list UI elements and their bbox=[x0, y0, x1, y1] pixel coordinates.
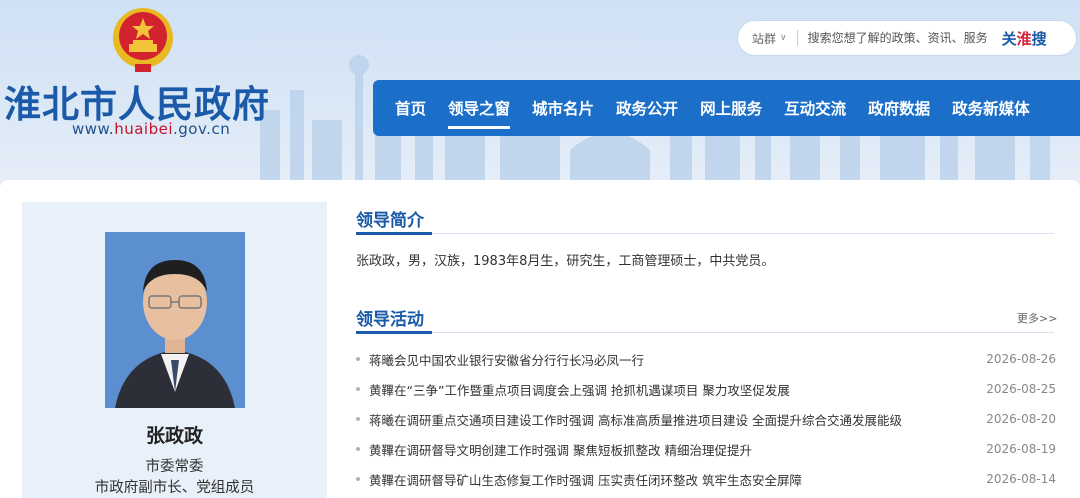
search-brand-b: 淮 bbox=[1016, 29, 1032, 48]
list-item[interactable]: 蒋曦会见中国农业银行安徽省分行行长冯必凤一行 2026-08-26 bbox=[356, 344, 1056, 374]
activity-title[interactable]: 黄鞸在“三争”工作暨重点项目调度会上强调 抢抓机遇谋项目 聚力攻坚促发展 bbox=[369, 380, 981, 399]
section-title-intro: 领导简介 bbox=[356, 211, 424, 231]
search-scope-select[interactable]: 站群 ∨ bbox=[738, 30, 787, 47]
activity-title[interactable]: 黄鞸在调研督导矿山生态修复工作时强调 压实责任闭环整改 筑牢生态安全屏障 bbox=[369, 470, 981, 489]
search-button[interactable]: 关淮搜 bbox=[1002, 28, 1047, 49]
site-url[interactable]: www.huaibei.gov.cn bbox=[72, 120, 230, 138]
section-title-underline bbox=[356, 232, 432, 235]
search-brand-a: 关 bbox=[1001, 29, 1017, 48]
list-item[interactable]: 蒋曦在调研重点交通项目建设工作时强调 高标准高质量推进项目建设 全面提升综合交通… bbox=[356, 404, 1056, 434]
main-nav: 首页 领导之窗 城市名片 政务公开 网上服务 互动交流 政府数据 政务新媒体 bbox=[373, 80, 1080, 136]
nav-item-leaders[interactable]: 领导之窗 bbox=[448, 97, 511, 129]
activity-title[interactable]: 黄鞸在调研督导文明创建工作时强调 聚焦短板抓整改 精细治理促提升 bbox=[369, 440, 981, 459]
activity-title[interactable]: 蒋曦会见中国农业银行安徽省分行行长冯必凤一行 bbox=[369, 350, 981, 369]
activity-date: 2026-08-20 bbox=[986, 412, 1056, 426]
search-scope-label: 站群 bbox=[752, 31, 777, 46]
nav-item-online-service[interactable]: 网上服务 bbox=[700, 97, 762, 119]
chevron-down-icon: ∨ bbox=[780, 33, 787, 43]
nav-item-city-card[interactable]: 城市名片 bbox=[532, 97, 594, 119]
main-content: 张政政 市委常委 市政府副市长、党组成员 领导简介 张政政，男，汉族，1983年… bbox=[0, 180, 1080, 498]
bullet-dot-icon bbox=[356, 447, 360, 451]
nav-item-interaction[interactable]: 互动交流 bbox=[784, 97, 846, 119]
section-divider bbox=[356, 332, 1054, 333]
site-header: 淮北市人民政府 www.huaibei.gov.cn 站群 ∨ 关淮搜 首页 领… bbox=[0, 0, 1080, 185]
url-highlight: huaibei bbox=[114, 120, 173, 138]
national-emblem-icon bbox=[113, 8, 173, 72]
bullet-dot-icon bbox=[356, 417, 360, 421]
leader-name: 张政政 bbox=[145, 425, 203, 447]
url-suffix: .gov.cn bbox=[173, 120, 231, 138]
section-title-activities: 领导活动 bbox=[356, 310, 424, 330]
list-item[interactable]: 黄鞸在“三争”工作暨重点项目调度会上强调 抢抓机遇谋项目 聚力攻坚促发展 202… bbox=[356, 374, 1056, 404]
nav-item-gov-data[interactable]: 政府数据 bbox=[868, 97, 930, 119]
search-bar: 站群 ∨ 关淮搜 bbox=[737, 20, 1077, 56]
leader-role-line2: 市政府副市长、党组成员 bbox=[94, 480, 255, 496]
leader-profile-card: 张政政 市委常委 市政府副市长、党组成员 bbox=[22, 202, 327, 498]
activity-list: 蒋曦会见中国农业银行安徽省分行行长冯必凤一行 2026-08-26 黄鞸在“三争… bbox=[356, 344, 1056, 494]
search-input[interactable] bbox=[807, 31, 998, 45]
activity-date: 2026-08-26 bbox=[986, 352, 1056, 366]
list-item[interactable]: 黄鞸在调研督导矿山生态修复工作时强调 压实责任闭环整改 筑牢生态安全屏障 202… bbox=[356, 464, 1056, 494]
section-divider bbox=[356, 233, 1054, 234]
activity-date: 2026-08-14 bbox=[986, 472, 1056, 486]
list-item[interactable]: 黄鞸在调研督导文明创建工作时强调 聚焦短板抓整改 精细治理促提升 2026-08… bbox=[356, 434, 1056, 464]
nav-item-new-media[interactable]: 政务新媒体 bbox=[952, 97, 1030, 119]
more-link[interactable]: 更多>> bbox=[1017, 310, 1057, 326]
activity-title[interactable]: 蒋曦在调研重点交通项目建设工作时强调 高标准高质量推进项目建设 全面提升综合交通… bbox=[369, 410, 981, 429]
nav-item-gov-open[interactable]: 政务公开 bbox=[616, 97, 678, 119]
url-prefix: www. bbox=[72, 120, 115, 138]
activity-date: 2026-08-25 bbox=[986, 382, 1056, 396]
bullet-dot-icon bbox=[356, 477, 360, 481]
leader-portrait-image bbox=[105, 232, 245, 408]
nav-item-home[interactable]: 首页 bbox=[395, 97, 426, 119]
search-brand-c: 搜 bbox=[1031, 29, 1047, 48]
leader-intro-text: 张政政，男，汉族，1983年8月生，研究生，工商管理硕士，中共党员。 bbox=[356, 254, 775, 269]
bullet-dot-icon bbox=[356, 357, 360, 361]
leader-role-line1: 市委常委 bbox=[145, 459, 204, 475]
bullet-dot-icon bbox=[356, 387, 360, 391]
search-divider bbox=[796, 30, 798, 46]
activity-date: 2026-08-19 bbox=[986, 442, 1056, 456]
section-title-underline bbox=[356, 331, 432, 334]
